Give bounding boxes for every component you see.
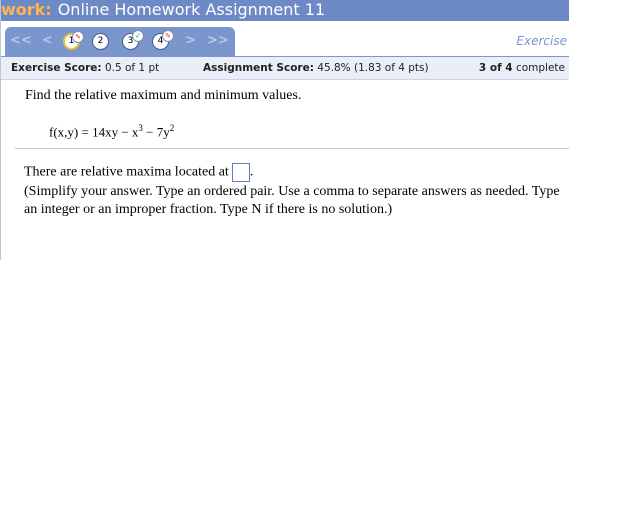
exponent-y: 2 — [169, 123, 175, 133]
previous-question-button[interactable]: < — [42, 33, 53, 49]
assignment-score: Assignment Score: 45.8% (1.83 of 4 pts) — [203, 62, 429, 74]
first-question-button[interactable]: << — [10, 33, 32, 49]
question-4-button[interactable]: 4 ✎ — [152, 30, 174, 50]
exercise-score-label: Exercise Score: — [11, 62, 102, 74]
question-2-button[interactable]: 2 — [92, 33, 109, 50]
formula-lhs: f(x,y) = 14xy − x — [49, 124, 139, 140]
progress-label: complete — [515, 62, 565, 74]
divider — [15, 148, 569, 149]
function-formula: f(x,y) = 14xy − x3 − 7y2 — [49, 123, 174, 140]
answer-instructions: (Simplify your answer. Type an ordered p… — [24, 184, 560, 217]
question-3-button[interactable]: 3 ✓ — [122, 30, 144, 50]
answer-line: There are relative maxima located at. — [24, 163, 253, 182]
answer-prompt: There are relative maxima located at — [24, 164, 229, 180]
score-bar: Exercise Score: 0.5 of 1 pt Assignment S… — [1, 56, 569, 80]
title-bar: work: Online Homework Assignment 11 — [1, 0, 569, 21]
correct-check-icon: ✓ — [132, 30, 144, 42]
next-question-button[interactable]: > — [185, 33, 196, 49]
answer-input[interactable] — [231, 163, 250, 182]
exercise-label: Exercise — [516, 34, 567, 48]
question-nav-tab: << < 1 ✎ 2 3 ✓ 4 ✎ > >> — [5, 27, 235, 56]
formula-mid: − 7y — [142, 124, 170, 140]
question-prompt: Find the relative maximum and minimum va… — [25, 88, 302, 103]
question-1-button[interactable]: 1 ✎ — [63, 31, 84, 50]
question-2-label: 2 — [97, 36, 104, 46]
assignment-score-label: Assignment Score: — [203, 62, 314, 74]
answer-suffix: . — [249, 164, 254, 180]
last-question-button[interactable]: >> — [207, 33, 229, 49]
question-nav-area: << < 1 ✎ 2 3 ✓ 4 ✎ > >> Exercise — [1, 21, 569, 56]
exercise-score: Exercise Score: 0.5 of 1 pt — [11, 62, 159, 74]
progress-count: 3 of 4 — [478, 62, 513, 74]
exercise-score-value: 0.5 of 1 pt — [104, 62, 160, 74]
progress-status: 3 of 4 complete — [479, 62, 565, 74]
homework-window: work: Online Homework Assignment 11 << < … — [0, 0, 569, 260]
partial-credit-icon: ✎ — [72, 31, 84, 43]
title-prefix: work: — [1, 0, 52, 19]
page-title: Online Homework Assignment 11 — [57, 0, 326, 19]
assignment-score-value: 45.8% (1.83 of 4 pts) — [317, 62, 429, 74]
partial-credit-icon: ✎ — [162, 30, 174, 42]
